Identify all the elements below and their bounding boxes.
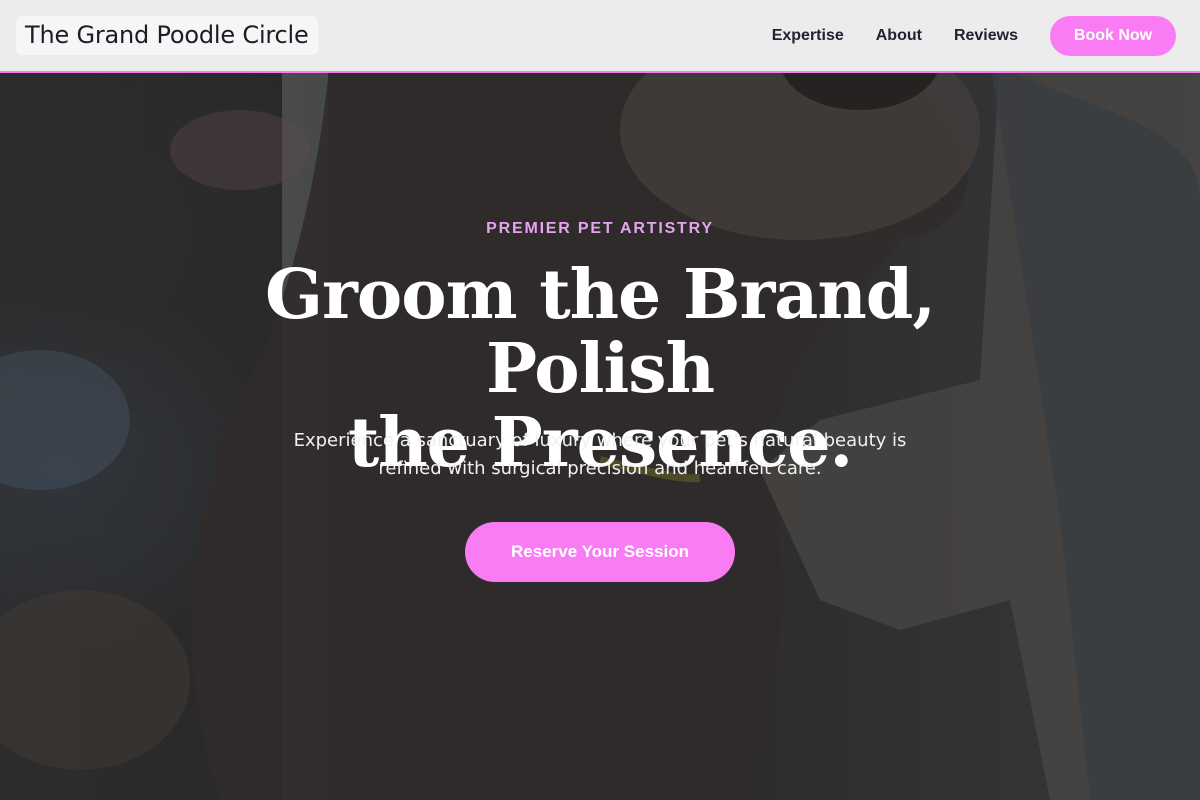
reserve-session-button[interactable]: Reserve Your Session xyxy=(465,522,735,582)
hero-subtext: Experience a sanctuary of luxury where y… xyxy=(293,430,907,479)
hero-headline-line1: Groom the Brand, Polish xyxy=(264,255,936,409)
top-navbar: The Grand Poodle Circle Expertise About … xyxy=(0,0,1200,73)
hero-eyebrow: PREMIER PET ARTISTRY xyxy=(486,220,714,237)
hero-section: PREMIER PET ARTISTRY Groom the Brand, Po… xyxy=(0,0,1200,800)
nav-link-expertise[interactable]: Expertise xyxy=(772,27,844,45)
nav-link-reviews[interactable]: Reviews xyxy=(954,27,1018,45)
nav-links: Expertise About Reviews Book Now xyxy=(772,15,1176,56)
nav-link-about[interactable]: About xyxy=(876,27,922,45)
brand-logo-text[interactable]: The Grand Poodle Circle xyxy=(16,16,318,55)
book-now-button[interactable]: Book Now xyxy=(1050,15,1176,56)
